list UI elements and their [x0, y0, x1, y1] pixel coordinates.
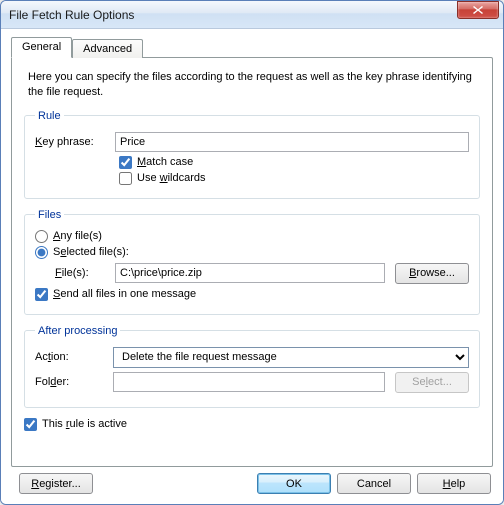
use-wildcards-checkbox[interactable]: [119, 172, 132, 185]
folder-input: [113, 372, 385, 392]
group-rule-legend: Rule: [35, 110, 64, 122]
any-files-radio[interactable]: [35, 230, 48, 243]
titlebar: File Fetch Rule Options: [1, 1, 503, 29]
group-files-legend: Files: [35, 209, 64, 221]
match-case-checkbox[interactable]: [119, 156, 132, 169]
group-after-legend: After processing: [35, 325, 120, 337]
tab-general[interactable]: General: [11, 37, 72, 58]
cancel-button[interactable]: Cancel: [337, 473, 411, 494]
use-wildcards-label: Use wildcards: [137, 172, 205, 184]
files-path-label: File(s):: [55, 267, 115, 279]
selected-files-label: Selected file(s):: [53, 246, 129, 258]
select-folder-button: Select...: [395, 372, 469, 393]
window-title: File Fetch Rule Options: [9, 8, 457, 22]
action-select[interactable]: Delete the file request message: [113, 347, 469, 368]
send-all-checkbox[interactable]: [35, 288, 48, 301]
dialog-window: File Fetch Rule Options General Advanced…: [0, 0, 504, 505]
register-button[interactable]: Register...: [19, 473, 93, 494]
rule-active-checkbox[interactable]: [24, 418, 37, 431]
help-button[interactable]: Help: [417, 473, 491, 494]
key-phrase-label: Key phrase:: [35, 136, 115, 148]
group-rule: Rule Key phrase: Match case Use wildcard…: [24, 110, 480, 199]
client-area: General Advanced Here you can specify th…: [1, 29, 503, 504]
send-all-label: Send all files in one message: [53, 288, 196, 300]
close-icon: [473, 6, 483, 14]
group-files: Files Any file(s) Selected file(s): File…: [24, 209, 480, 315]
folder-label: Folder:: [35, 376, 113, 388]
intro-text: Here you can specify the files according…: [28, 70, 480, 100]
group-after: After processing Action: Delete the file…: [24, 325, 480, 408]
action-label: Action:: [35, 351, 113, 363]
match-case-label: Match case: [137, 156, 193, 168]
tab-advanced[interactable]: Advanced: [72, 39, 143, 58]
any-files-label: Any file(s): [53, 230, 102, 242]
ok-button[interactable]: OK: [257, 473, 331, 494]
tab-panel-general: Here you can specify the files according…: [11, 57, 493, 467]
tabstrip: General Advanced: [11, 37, 493, 58]
footer: Register... OK Cancel Help: [11, 467, 493, 494]
rule-active-label: This rule is active: [42, 418, 127, 430]
browse-button[interactable]: Browse...: [395, 263, 469, 284]
close-button[interactable]: [457, 1, 499, 19]
key-phrase-input[interactable]: [115, 132, 469, 152]
files-path-input[interactable]: [115, 263, 385, 283]
selected-files-radio[interactable]: [35, 246, 48, 259]
